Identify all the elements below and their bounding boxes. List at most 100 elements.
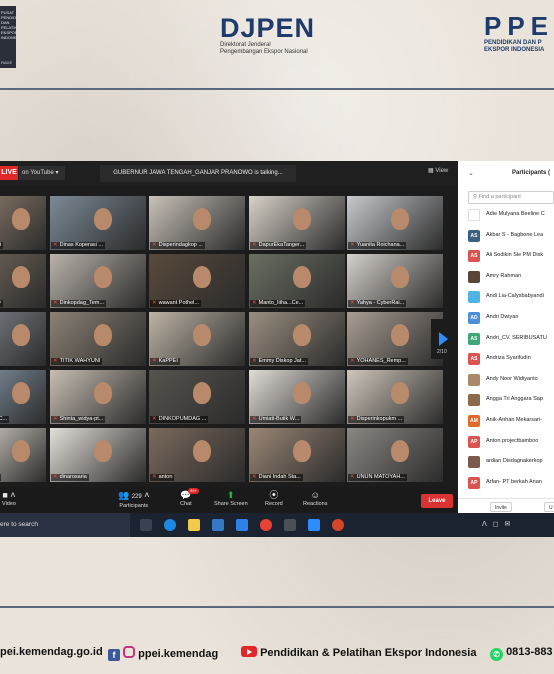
participant-row[interactable]: AS Akbar S - Bagbone Lea [468, 229, 554, 242]
share-screen-button[interactable]: ⬆ Share Screen [214, 490, 248, 507]
participant-row[interactable]: Andy Noor Widiyanto [468, 373, 554, 386]
file-explorer-icon[interactable] [188, 519, 200, 531]
participant-face [193, 440, 211, 462]
task-view-icon[interactable] [140, 519, 152, 531]
video-tile[interactable]: ✕ Dinas Koperasi ... [50, 196, 146, 250]
mail-icon[interactable] [212, 519, 224, 531]
video-tile-label: ✕ Dinas Koperasi ... [51, 242, 106, 249]
arrow-right-icon[interactable] [439, 332, 448, 346]
participant-row[interactable]: AD Andri Dwiyan [468, 311, 554, 324]
participants-button[interactable]: 👥 229 ˄ Participants [118, 490, 150, 509]
participant-name: dinarosaria [59, 474, 87, 480]
participant-face [293, 208, 311, 230]
participant-row[interactable]: ardian Disdagnakerkop [468, 455, 554, 469]
youtube-dropdown[interactable]: on YouTube ▾ [19, 166, 65, 180]
participant-face [293, 266, 311, 288]
participant-name: Anik-Anhan Mekarsari- [486, 417, 542, 423]
video-tile[interactable]: ✕...OO [0, 254, 46, 308]
record-icon: ⦿ [269, 490, 279, 500]
video-tile[interactable]: ✕ wawant Pothel... [149, 254, 245, 308]
video-tile-label: ✕ Yahya - CyberRai... [348, 300, 407, 307]
video-tile[interactable]: ✕ anton [149, 428, 245, 482]
video-tile-label: ✕ anton [150, 474, 175, 481]
taskbar-search[interactable]: ere to search [0, 513, 130, 537]
video-tile[interactable]: ✕ Yuanita Roichana... [347, 196, 443, 250]
zoom-top-bar: LIVE on YouTube ▾ GUBERNUR JAWA TENGAH_G… [0, 161, 458, 185]
video-tile[interactable]: ✕ KaPPEI [149, 312, 245, 366]
video-tile[interactable]: ✕ Disperindagkop ... [149, 196, 245, 250]
pen-app-icon[interactable] [284, 519, 296, 531]
video-tile[interactable]: ✕ Emmy Diskop Jat... [249, 312, 345, 366]
leave-button[interactable]: Leave [421, 494, 453, 508]
website-link[interactable]: pei.kemendag.go.id [0, 646, 103, 658]
video-button[interactable]: ■ ˄ Video [2, 490, 16, 507]
zoom-app-icon[interactable] [308, 519, 320, 531]
chrome-icon[interactable] [260, 519, 272, 531]
mute-all-button[interactable]: U [544, 502, 554, 512]
invite-button[interactable]: Invite [490, 502, 512, 512]
whatsapp-link[interactable]: ✆ 0813-883 [490, 646, 553, 661]
video-tile[interactable]: ✕ dinarosaria [50, 428, 146, 482]
participant-row[interactable]: AP Arfan- PT berkah Anan [468, 476, 554, 489]
participant-row[interactable]: AM Anik-Anhan Mekarsari- [468, 414, 554, 427]
video-tile[interactable]: ✕ Dinkopdag_Tem... [50, 254, 146, 308]
participant-row[interactable]: AS Andri_CV. SERIBUSATU [468, 332, 554, 345]
video-tile[interactable]: ✕...iya [0, 428, 46, 482]
video-tile[interactable]: ✕ DapurEkaTanger... [249, 196, 345, 250]
participant-name: Anton projectbamboo [486, 437, 539, 444]
mic-muted-icon: ✕ [53, 300, 58, 306]
participant-name: ...OO [0, 300, 1, 306]
video-tile[interactable]: ✕ Diani Indah Sta... [249, 428, 345, 482]
mic-muted-icon: ✕ [252, 300, 257, 306]
instagram-link[interactable]: f ppei.kemendag [108, 646, 218, 661]
participant-row[interactable]: Adie Mulyana Beeline C [468, 208, 554, 221]
video-tile-label: ✕...nthi [0, 242, 4, 249]
participant-row[interactable]: Andi Lia-Calysbabyandi [468, 290, 554, 304]
video-tile[interactable]: ✕...ri (C... [0, 370, 46, 424]
djpen-subtitle-1: Direktorat Jenderal [220, 42, 271, 48]
avatar: AP [468, 476, 480, 489]
video-tile[interactable]: ✕ Shinta_widya-pt... [50, 370, 146, 424]
view-button[interactable]: ▦ View [428, 167, 448, 174]
video-tile[interactable]: ✕ Manto_Iiiha...Ce... [249, 254, 345, 308]
video-tile[interactable]: ✕ TITIK WAHYUNI [50, 312, 146, 366]
mic-muted-icon: ✕ [350, 242, 355, 248]
reactions-button[interactable]: ☺ Reactions [303, 490, 327, 507]
youtube-link[interactable]: Pendidikan & Pelatihan Ekspor Indonesia [241, 646, 476, 659]
participant-name: Andriza Syarifudin [486, 355, 531, 362]
video-tile-label: ✕...OO [0, 300, 3, 307]
avatar [468, 394, 480, 407]
dropbox-icon[interactable] [236, 519, 248, 531]
chat-button[interactable]: 💬 99+ Chat [180, 488, 199, 507]
participant-face [293, 382, 311, 404]
video-tile[interactable]: ✕ Disperinkopukm ... [347, 370, 443, 424]
participant-name: Shinta_widya-pt... [59, 416, 104, 422]
video-tile[interactable]: ✕ Yahya - CyberRai... [347, 254, 443, 308]
footer-contacts: pei.kemendag.go.id f ppei.kemendag Pendi… [0, 644, 554, 666]
video-tile[interactable]: ✕...nthi [0, 196, 46, 250]
video-tile[interactable]: ✕...ei [0, 312, 46, 366]
video-tile[interactable]: ✕ DINKOPUMDAG ... [149, 370, 245, 424]
video-tile-label: ✕ Yuanita Roichana... [348, 242, 407, 249]
participant-name: Manto_Iiiha...Ce... [258, 300, 304, 306]
participant-row[interactable]: Angga Tri Anggara Sap [468, 393, 554, 407]
system-tray[interactable]: ᐱ ◻ ✉ [482, 520, 512, 528]
participant-row[interactable]: AS Andriza Syarifudin [468, 352, 554, 366]
record-button[interactable]: ⦿ Record [265, 490, 283, 507]
video-tile-label: ✕ DapurEkaTanger... [250, 242, 307, 249]
video-tile[interactable]: ✕ UNUN MATOYAH... [347, 428, 443, 482]
video-tile[interactable]: ✕ Umiati-Butik W... [249, 370, 345, 424]
video-tile[interactable]: ✕ YOHANES_Remp... [347, 312, 443, 366]
share-screen-icon: ⬆ [227, 490, 235, 500]
participant-row[interactable]: AS Ali Sodikin Sie PM Disk [468, 249, 554, 263]
participant-search-input[interactable]: ⚲ Find a participant [468, 191, 554, 204]
participant-row[interactable]: Amry Rahman [468, 270, 554, 283]
edge-icon[interactable] [164, 519, 176, 531]
live-badge[interactable]: LIVE [0, 166, 18, 180]
participant-row[interactable]: AP Anton projectbamboo [468, 435, 554, 448]
participant-face [391, 208, 409, 230]
avatar [468, 270, 480, 283]
video-tile-label: ✕ UNUN MATOYAH... [348, 474, 407, 481]
powerpoint-icon[interactable] [332, 519, 344, 531]
chevron-down-icon[interactable]: ⌄ [468, 169, 474, 177]
